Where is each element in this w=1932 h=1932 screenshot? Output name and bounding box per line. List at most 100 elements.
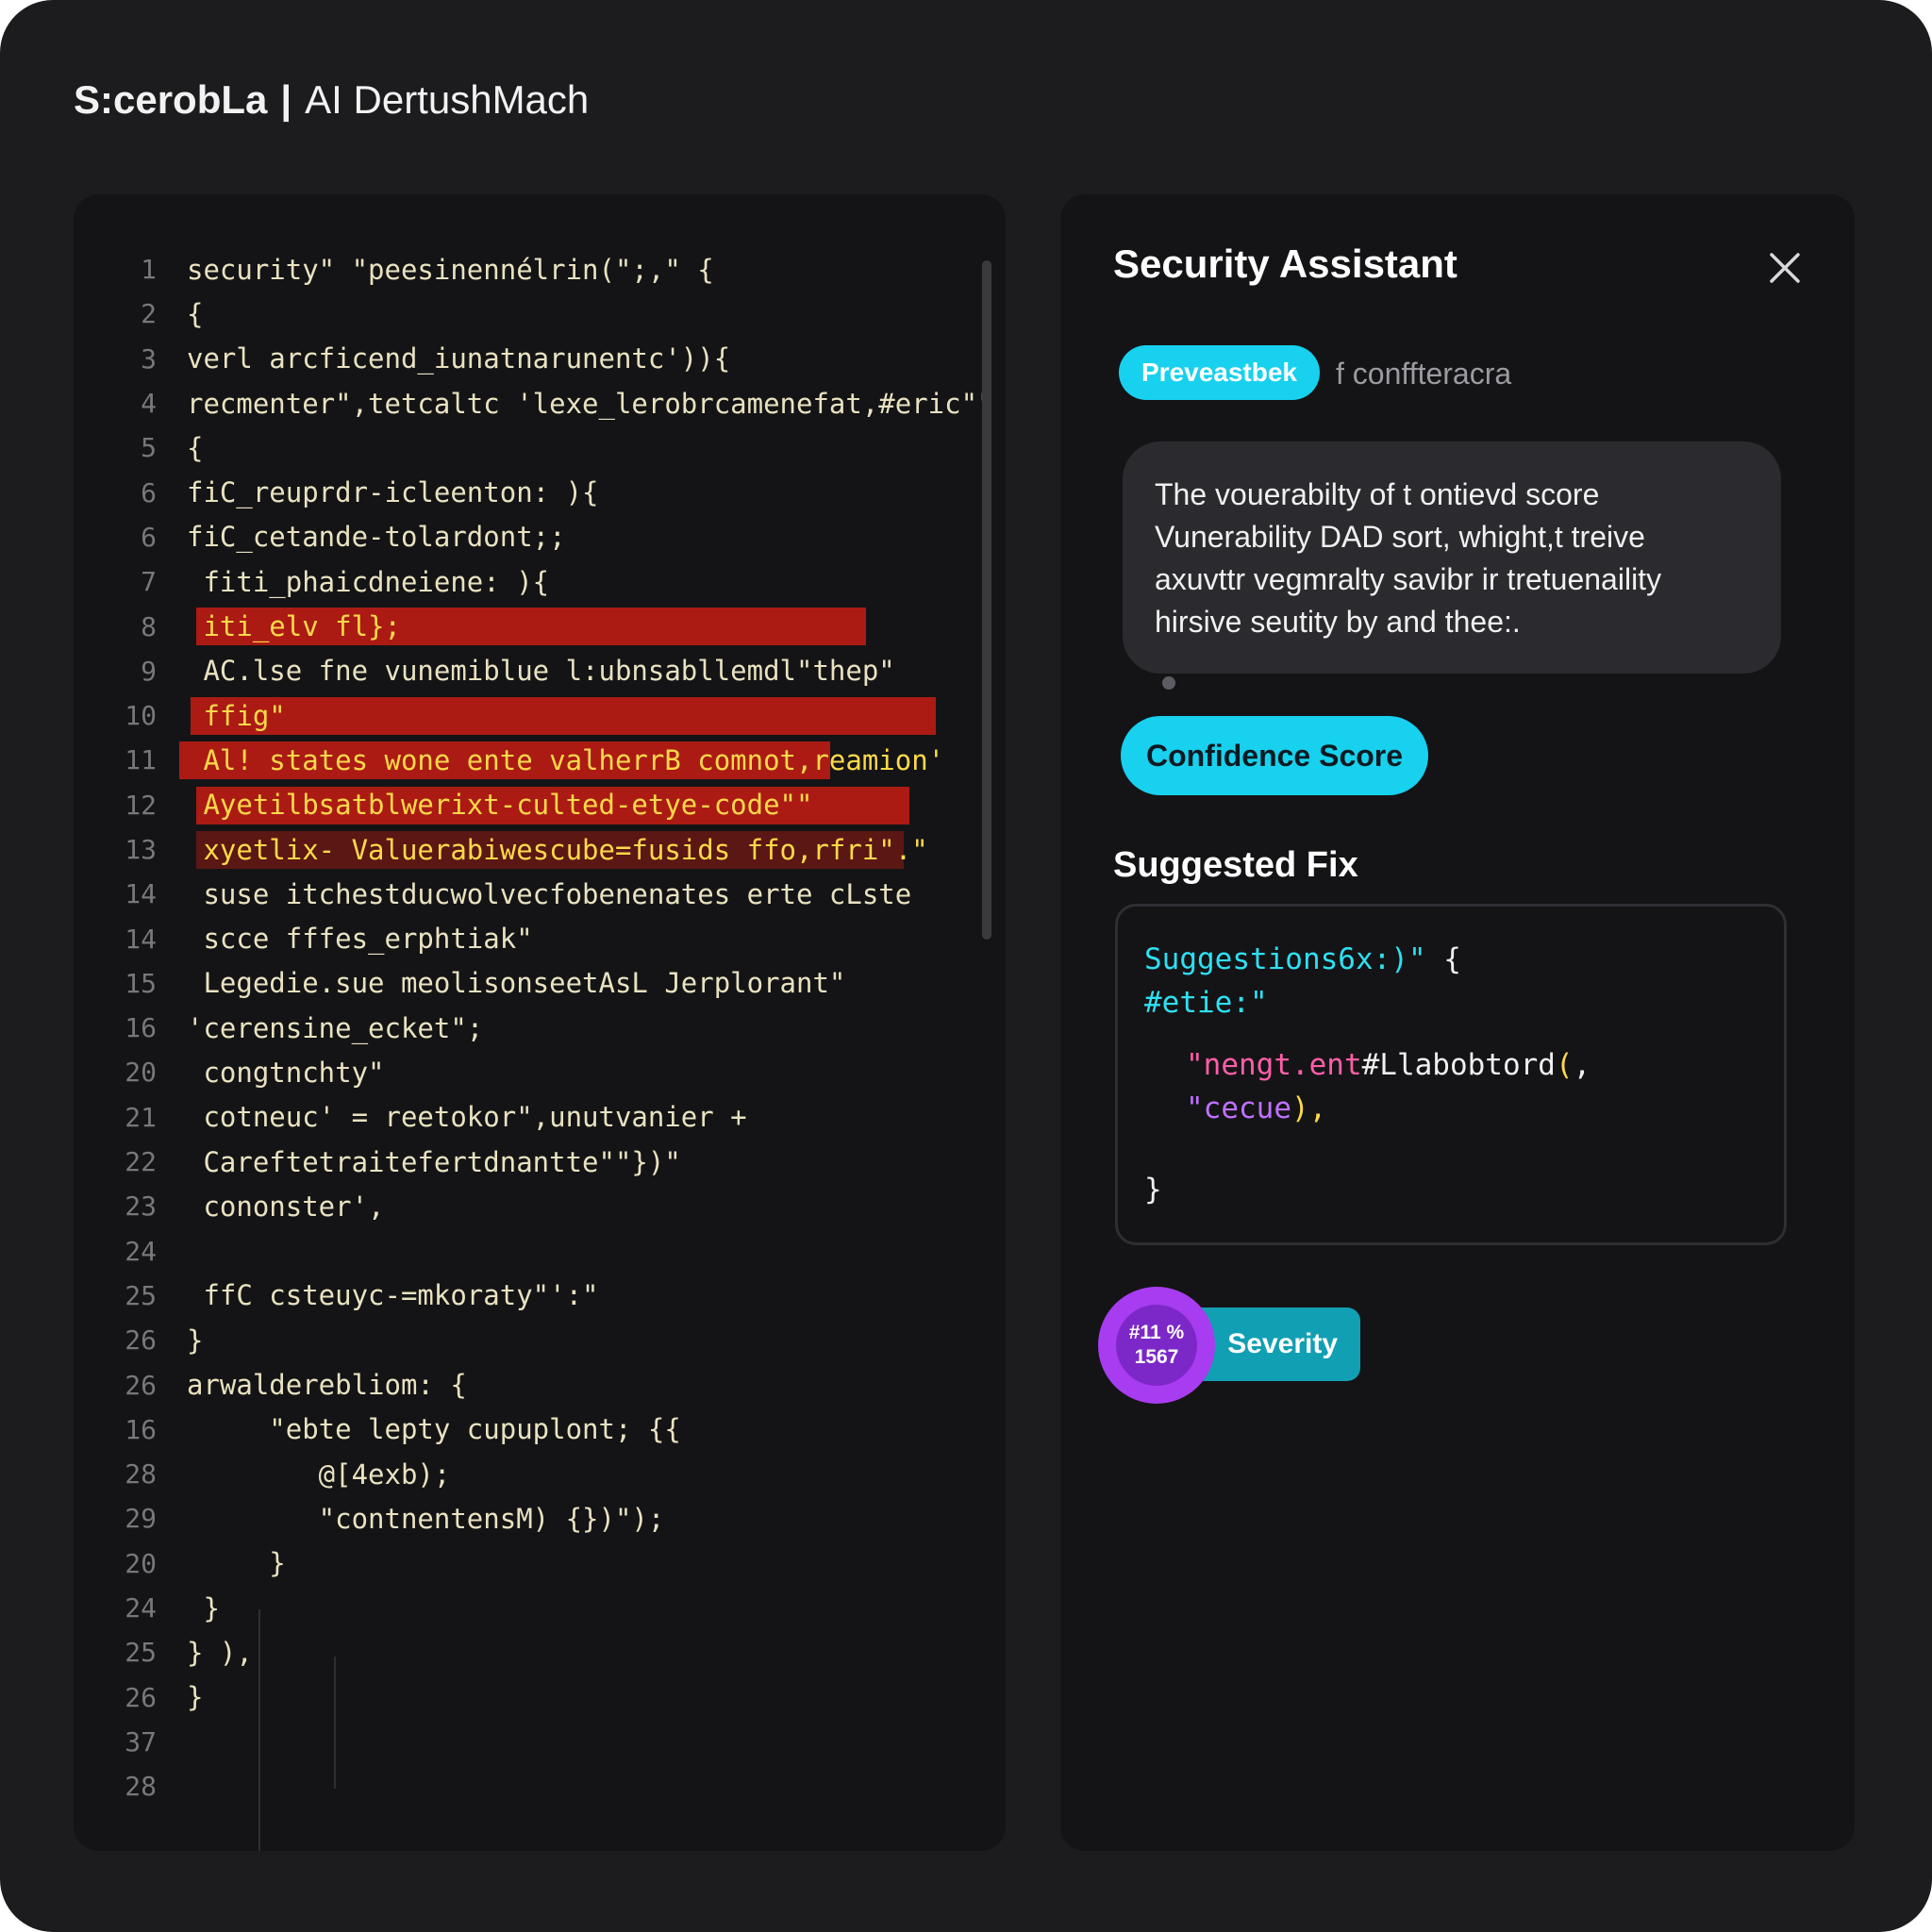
code-line[interactable]: 29 "contnentensM) {})"); (74, 1496, 1006, 1541)
confidence-score-button[interactable]: Confidence Score (1121, 716, 1428, 795)
fix-code-line: "cecue), (1186, 1091, 1326, 1125)
app-title: S:cerobLa | AI DertushMach (74, 77, 589, 123)
code-line[interactable]: 2{ (74, 291, 1006, 336)
line-number: 13 (125, 834, 157, 865)
code-line[interactable]: 23 cononster', (74, 1184, 1006, 1228)
code-line[interactable]: 26} (74, 1675, 1006, 1720)
code-line[interactable]: 11 Al! states wone ente valherrB comnot,… (74, 738, 1006, 782)
code-line[interactable]: 4 recmenter",tetcaltc 'lexe_lerobrcamenef… (74, 381, 1006, 425)
code-line[interactable]: 3 verl arcficend_iunatnarunentc')){ (74, 337, 1006, 381)
code-line[interactable]: 15 Legedie.sue meolisonseetAsL Jerploran… (74, 961, 1006, 1006)
code-line[interactable]: 5{ (74, 425, 1006, 470)
suggested-fix-heading: Suggested Fix (1113, 845, 1358, 885)
code-line[interactable]: 1 security" "peesinennélrin(";," { (74, 247, 1006, 291)
assistant-title: Security Assistant (1113, 242, 1457, 286)
code-line[interactable]: 6 fiC_reuprdr-icleenton: ){ (74, 470, 1006, 514)
code-text: } (187, 1681, 204, 1714)
fix-code-token: ), (1291, 1091, 1327, 1125)
code-text: ffC csteuyc-=mkoraty"':" (187, 1279, 599, 1312)
code-text: @[4exb); (187, 1457, 451, 1491)
fix-code-token: , (1573, 1048, 1591, 1082)
line-number: 1 (141, 254, 157, 286)
code-text: 'cerensine_ecket"; (187, 1011, 484, 1044)
code-line[interactable]: 22 Careftetraitefertdnantte""})" (74, 1140, 1006, 1184)
code-line[interactable]: 16 'cerensine_ecket"; (74, 1006, 1006, 1050)
message-line: The vouerabilty of t ontievd score (1155, 477, 1600, 511)
line-number: 20 (125, 1057, 157, 1089)
code-line[interactable]: 25 ffC csteuyc-=mkoraty"':" (74, 1274, 1006, 1318)
vulnerability-highlight (191, 696, 936, 735)
code-line[interactable]: 6 fiC_cetande-tolardont;; (74, 515, 1006, 559)
fix-code-line: "nengt.ent#Llabobtord(, (1186, 1048, 1591, 1082)
code-text: cononster', (187, 1190, 385, 1223)
code-text: congtnchty" (187, 1056, 385, 1089)
code-line[interactable]: 26 arwalderebliom: { (74, 1362, 1006, 1407)
line-number: 22 (125, 1146, 157, 1178)
line-number: 21 (125, 1101, 157, 1133)
fix-code-token: { (1425, 942, 1461, 976)
code-text: iti_elv fl}; (187, 610, 401, 643)
line-number: 25 (125, 1279, 157, 1311)
feedback-tag[interactable]: Preveastbek (1119, 345, 1321, 400)
code-line[interactable]: 26} (74, 1318, 1006, 1362)
line-number: 6 (141, 476, 157, 508)
code-line[interactable]: 7 fiti_phaicdneiene: ){ (74, 559, 1006, 604)
code-text: } ), (187, 1636, 253, 1669)
code-line[interactable]: 16 "ebte lepty cupuplont; {{ (74, 1407, 1006, 1452)
severity-score-inner: #11 % 1567 (1116, 1305, 1197, 1386)
code-text: } (187, 1324, 204, 1357)
line-number: 23 (125, 1191, 157, 1223)
code-text: fiti_phaicdneiene: ){ (187, 565, 550, 598)
editor-scrollbar[interactable] (982, 260, 991, 940)
code-line[interactable]: 21 cotneuc' = reetokor",unutvanier + (74, 1095, 1006, 1140)
code-line[interactable]: 25} ), (74, 1630, 1006, 1674)
code-text: suse itchestducwolvecfobenenates erte cL… (187, 877, 912, 910)
code-text: Al! states wone ente valherrB comnot,rea… (187, 743, 945, 776)
severity-score-circle: #11 % 1567 (1098, 1287, 1215, 1404)
security-assistant-panel: Security Assistant Preveastbek f conffte… (1060, 194, 1855, 1851)
code-text: fiC_reuprdr-icleenton: ){ (187, 476, 599, 509)
code-line[interactable]: 20 } (74, 1541, 1006, 1586)
code-text: fiC_cetande-tolardont;; (187, 521, 566, 554)
severity-score-bottom: 1567 (1134, 1346, 1179, 1368)
line-number: 4 (141, 388, 157, 420)
code-line[interactable]: 10 ffig" (74, 693, 1006, 738)
code-line[interactable]: 13 xyetlix- Valuerabiwescube=fusids ffo,… (74, 827, 1006, 872)
code-line[interactable]: 8 iti_elv fl}; (74, 604, 1006, 648)
fix-code-token: "cecue (1186, 1091, 1291, 1125)
line-number: 20 (125, 1547, 157, 1579)
code-line[interactable]: 14 scce fffes_erphtiak" (74, 916, 1006, 960)
severity-score-top: #11 % (1128, 1322, 1185, 1343)
fix-code-token: #Llabobtord (1361, 1048, 1556, 1082)
line-number: 28 (125, 1771, 157, 1803)
line-number: 26 (125, 1681, 157, 1713)
close-button[interactable] (1766, 249, 1804, 287)
code-text: xyetlix- Valuerabiwescube=fusids ffo,rfr… (187, 833, 928, 866)
code-text: scce fffes_erphtiak" (187, 923, 533, 956)
app-product-name: AI DertushMach (305, 77, 590, 122)
code-line[interactable]: 37 (74, 1720, 1006, 1764)
code-editor[interactable]: 1 security" "peesinennélrin(";," {2{3 verl… (74, 194, 1006, 1851)
code-line[interactable]: 28 @[4exb); (74, 1452, 1006, 1496)
code-text: { (187, 297, 204, 330)
code-line[interactable]: 24 (74, 1229, 1006, 1274)
line-number: 10 (125, 700, 157, 732)
code-text: } (187, 1591, 220, 1624)
code-text: } (187, 1547, 286, 1580)
line-number: 15 (125, 967, 157, 999)
code-text: AC.lse fne vunemiblue l:ubnsabllemdl"the… (187, 655, 895, 688)
code-text: Legedie.sue meolisonseetAsL Jerplorant" (187, 967, 846, 1000)
suggested-fix-code[interactable]: Suggestions6x:)" { #etie:" "nengt.ent#Ll… (1115, 904, 1787, 1245)
line-number: 9 (141, 655, 157, 687)
code-line[interactable]: 24 } (74, 1586, 1006, 1630)
code-text: recmenter",tetcaltc 'lexe_lerobrcamenefa… (187, 387, 994, 420)
code-line[interactable]: 14 suse itchestducwolvecfobenenates erte… (74, 872, 1006, 916)
message-line: hirsive seutity by and thee:. (1155, 605, 1521, 639)
code-line[interactable]: 12 Ayetilbsatblwerixt-culted-etye-code"" (74, 783, 1006, 827)
fix-code-token: Suggestions6x:)" (1144, 942, 1426, 976)
code-line[interactable]: 9 AC.lse fne vunemiblue l:ubnsabllemdl"t… (74, 649, 1006, 693)
code-line[interactable]: 20 congtnchty" (74, 1050, 1006, 1094)
line-number: 6 (141, 521, 157, 553)
code-line[interactable]: 28 (74, 1764, 1006, 1808)
line-number: 28 (125, 1458, 157, 1491)
